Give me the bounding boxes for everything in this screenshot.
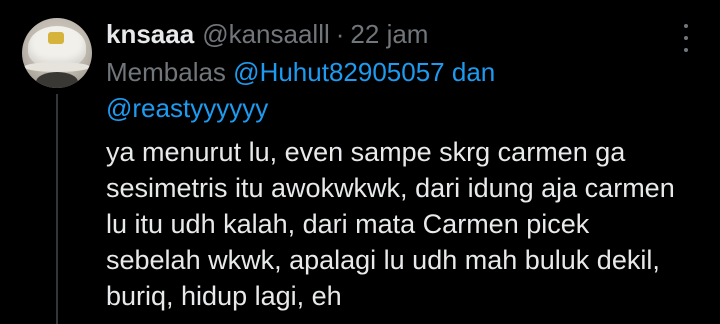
body-line: ya menurut lu, even sampe skrg carmen ga: [106, 137, 626, 167]
body-line: sesimetris itu awokwkwk, dari idung aja …: [106, 173, 675, 203]
user-handle[interactable]: @kansaalll: [202, 16, 330, 52]
timestamp[interactable]: 22 jam: [350, 16, 428, 52]
reply-tweet[interactable]: knsaaa @kansaalll · 22 jam Membalas @Huh…: [0, 0, 720, 324]
avatar[interactable]: [22, 18, 92, 88]
mention-link[interactable]: @Huhut82905057: [233, 57, 444, 87]
mention-link[interactable]: @reastyyyyyy: [106, 93, 268, 123]
body-line: sebelah wkwk, apalagi lu udh mah buluk d…: [106, 245, 660, 275]
reply-context: Membalas @Huhut82905057 dan @reastyyyyyy: [106, 54, 646, 126]
avatar-face-shadow: [36, 72, 78, 88]
reply-prefix: Membalas: [106, 57, 226, 87]
thread-connector-line: [56, 94, 58, 324]
more-dot: [684, 24, 688, 28]
tweet-body: ya menurut lu, even sampe skrg carmen ga…: [106, 134, 706, 314]
body-line: lu itu udh kalah, dari mata Carmen picek: [106, 209, 590, 239]
reply-conjunction[interactable]: dan: [452, 57, 495, 87]
avatar-hat-brim: [24, 62, 90, 72]
more-vertical-icon[interactable]: [680, 24, 692, 52]
tweet-header: knsaaa @kansaalll · 22 jam: [106, 16, 428, 52]
display-name[interactable]: knsaaa: [106, 16, 194, 52]
avatar-hat-badge: [48, 32, 64, 44]
more-dot: [684, 36, 688, 40]
more-dot: [684, 48, 688, 52]
body-line: buriq, hidup lagi, eh: [106, 281, 342, 311]
header-separator: ·: [335, 19, 345, 49]
